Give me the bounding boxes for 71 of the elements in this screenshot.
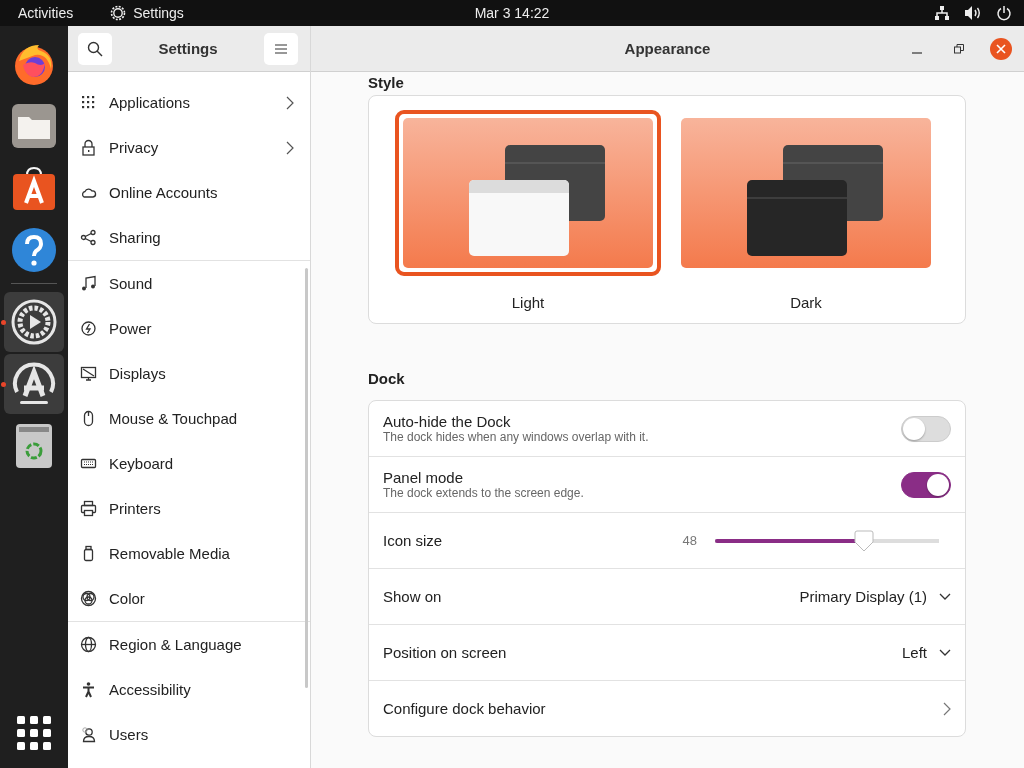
search-button[interactable] (78, 32, 112, 65)
row-title: Auto-hide the Dock (383, 413, 512, 430)
lock-icon (80, 139, 97, 156)
close-button[interactable] (990, 37, 1012, 60)
shopping-bag-icon (11, 165, 57, 211)
row-title: Panel mode (383, 469, 465, 486)
theme-option[interactable]: Dark (673, 110, 939, 311)
search-icon (87, 40, 103, 57)
dropdown[interactable]: Primary Display (1) (799, 588, 951, 605)
accessibility-icon (80, 681, 97, 698)
volume-icon (964, 5, 982, 21)
clock[interactable]: Mar 3 14:22 (474, 5, 550, 21)
trash-icon (15, 423, 53, 469)
sidebar-item[interactable]: Region & Language (68, 622, 310, 667)
sidebar-item[interactable]: Online Accounts (68, 170, 310, 215)
music-note-icon (80, 275, 97, 292)
printer-icon (80, 500, 97, 517)
row-subtitle: The dock hides when any windows overlap with it. (383, 430, 650, 444)
network-icon (934, 5, 950, 21)
scrollbar[interactable] (305, 268, 308, 688)
sidebar-item[interactable]: Mouse & Touchpad (68, 396, 310, 441)
dock-item[interactable] (4, 292, 64, 352)
sidebar-item[interactable]: Printers (68, 486, 310, 531)
sidebar-item[interactable]: Keyboard (68, 441, 310, 486)
sidebar-item[interactable]: Displays (68, 351, 310, 396)
menu-button[interactable] (264, 32, 298, 65)
help-icon (11, 227, 57, 273)
user-icon (80, 726, 97, 743)
sidebar-item[interactable]: Accessibility (68, 667, 310, 712)
power-icon (80, 320, 97, 337)
app-menu-label[interactable]: Settings (133, 5, 184, 21)
section-heading: Style (368, 74, 405, 93)
row-title: Configure dock behavior (383, 700, 547, 717)
dock-item[interactable] (4, 354, 64, 414)
close-icon (996, 43, 1006, 54)
dropdown[interactable]: Left (901, 644, 951, 661)
sidebar-item[interactable]: Applications (68, 80, 310, 125)
slider-value: 48 (682, 533, 697, 548)
activities-button[interactable]: Activities (18, 5, 74, 21)
row-title: Show on (383, 588, 443, 605)
section-heading: Dock (368, 370, 406, 389)
sidebar-item[interactable]: Color (68, 576, 310, 621)
sidebar-item[interactable]: Removable Media (68, 531, 310, 576)
menu-icon (275, 43, 287, 54)
sidebar-item[interactable]: Sharing (68, 215, 310, 260)
sidebar-item[interactable]: Power (68, 306, 310, 351)
sidebar-item[interactable]: Privacy (68, 125, 310, 170)
row-title: Position on screen (383, 644, 508, 661)
slider-thumb[interactable] (853, 529, 874, 552)
sidebar-title: Settings (157, 40, 219, 57)
chevron-right-icon[interactable] (943, 701, 951, 716)
display-icon (80, 365, 97, 382)
restore-icon (954, 43, 964, 54)
globe-icon (80, 636, 97, 653)
chevron-down-icon (939, 648, 951, 657)
sidebar-item[interactable]: Users (68, 712, 310, 757)
chevron-down-icon (939, 592, 951, 601)
gear-icon (10, 298, 58, 346)
minimize-icon (912, 51, 922, 54)
row-subtitle: The dock extends to the screen edge. (383, 486, 585, 500)
share-icon (80, 229, 97, 246)
gear-icon (109, 4, 128, 22)
sidebar-item[interactable]: Sound (68, 261, 310, 306)
app-grid-icon (17, 716, 51, 750)
window-title: Appearance (624, 39, 711, 57)
color-icon (80, 590, 97, 607)
toggle-switch[interactable] (901, 471, 951, 498)
grid-icon (80, 94, 97, 111)
folder-icon (11, 103, 57, 149)
power-icon (996, 5, 1012, 21)
row-title: Icon size (383, 532, 444, 549)
